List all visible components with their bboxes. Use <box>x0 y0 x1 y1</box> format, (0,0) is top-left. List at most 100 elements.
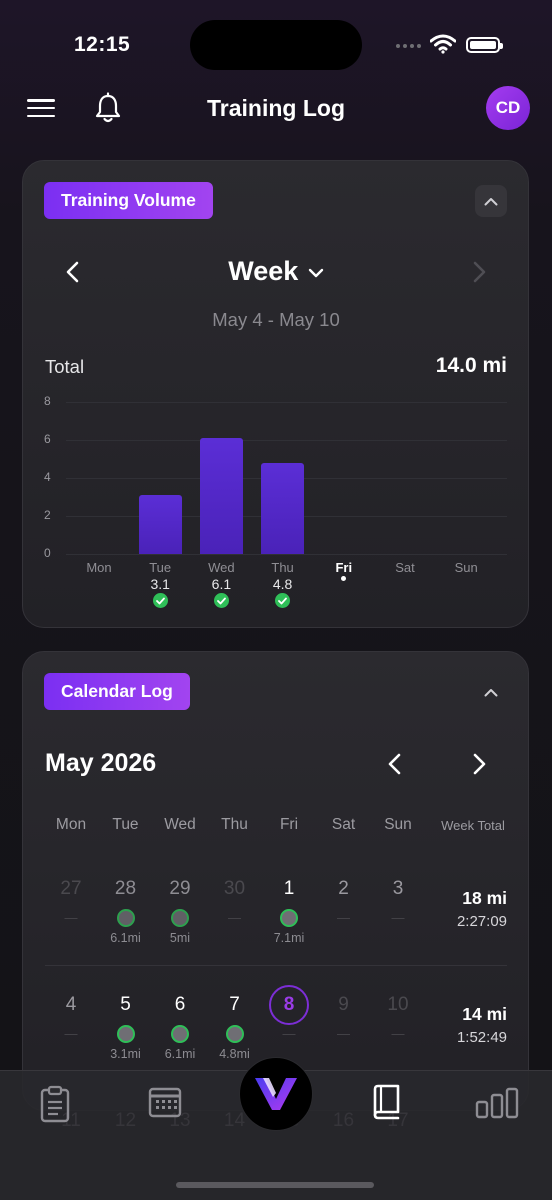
week-total-distance: 14 mi <box>462 1004 507 1024</box>
day-distance: 7.1mi <box>273 931 305 945</box>
y-tick-label: 8 <box>44 394 51 408</box>
x-tick-label: Thu <box>271 560 294 575</box>
check-icon <box>152 593 168 608</box>
no-workout-dash: — <box>64 1026 78 1041</box>
calendar-day[interactable]: 9 <box>317 994 371 1016</box>
weekday-header: Sat <box>331 816 356 833</box>
x-tick-label: Mon <box>86 560 112 575</box>
calendar-day[interactable]: 2 <box>317 878 371 900</box>
y-tick-label: 0 <box>44 546 51 560</box>
workout-indicator <box>171 1025 189 1043</box>
next-week-button[interactable] <box>470 261 488 283</box>
page-title: Training Log <box>207 95 345 121</box>
calendar-icon[interactable] <box>148 1086 182 1118</box>
calendar-day[interactable]: 7 <box>208 994 262 1016</box>
data-label: 4.8 <box>272 576 293 592</box>
y-tick-label: 6 <box>44 432 51 446</box>
data-label: 3.1 <box>150 576 170 592</box>
bar-tue[interactable] <box>138 495 182 554</box>
gridline <box>66 402 507 403</box>
training-volume-badge: Training Volume <box>44 182 213 219</box>
logo-icon <box>255 1078 297 1110</box>
cellular-signal-icon <box>396 44 421 48</box>
x-tick-label: Sun <box>454 560 478 575</box>
date-range: May 4 - May 10 <box>212 309 340 330</box>
period-label: Week <box>228 256 299 286</box>
clipboard-icon[interactable] <box>40 1085 70 1123</box>
weekday-header: Sun <box>384 816 412 833</box>
previous-month-button[interactable] <box>386 753 404 775</box>
gridline <box>66 440 507 441</box>
x-tick-label: Wed <box>208 560 235 575</box>
bar-wed[interactable] <box>199 438 243 554</box>
workout-indicator <box>225 1025 244 1043</box>
week-total-distance: 18 mi <box>462 888 507 908</box>
y-tick-label: 4 <box>44 470 51 484</box>
weekday-header: Tue <box>112 816 139 833</box>
no-workout-dash: — <box>64 910 78 925</box>
no-workout-dash: — <box>337 910 350 925</box>
day-distance: 4.8mi <box>219 1047 250 1061</box>
battery-icon <box>466 37 503 53</box>
week-total: 14 mi 1:52:49 <box>387 1004 507 1046</box>
day-distance: 3.1mi <box>110 1047 141 1061</box>
calendar-day[interactable]: 6 <box>153 994 207 1016</box>
total-value: 14.0 mi <box>435 354 507 377</box>
gridline <box>66 554 507 555</box>
data-label: 6.1 <box>211 576 232 592</box>
check-icon <box>275 593 291 608</box>
app-logo-button[interactable] <box>239 1057 313 1131</box>
dynamic-island <box>190 20 362 70</box>
check-icon <box>213 593 229 608</box>
week-total-time: 1:52:49 <box>456 1029 507 1046</box>
calendar-day[interactable]: 29 <box>153 878 207 900</box>
wifi-icon <box>430 34 456 54</box>
day-distance: 6.1mi <box>164 1047 196 1061</box>
chevron-down-icon <box>308 268 323 278</box>
calendar-day[interactable]: 28 <box>99 878 153 900</box>
week-total-time: 2:27:09 <box>456 913 507 930</box>
bar-chart-icon[interactable] <box>475 1087 519 1119</box>
bar-thu[interactable] <box>261 462 305 554</box>
week-total-header: Week Total <box>441 818 505 833</box>
calendar-day[interactable]: 27 <box>44 878 98 900</box>
calendar-log-badge: Calendar Log <box>44 673 190 710</box>
x-tick-label: Sat <box>395 560 415 575</box>
workout-indicator <box>171 909 189 927</box>
x-tick-label: Fri <box>335 560 353 575</box>
collapse-calendar-log-button[interactable] <box>475 676 507 708</box>
book-icon[interactable] <box>371 1084 401 1120</box>
week-total: 18 mi 2:27:09 <box>387 888 507 930</box>
calendar-day[interactable]: 5 <box>99 994 153 1016</box>
total-label: Total <box>45 356 85 377</box>
weekday-header: Thu <box>221 816 248 833</box>
workout-indicator <box>116 909 135 927</box>
today-marker[interactable]: 8 <box>269 985 309 1025</box>
workout-indicator <box>116 1025 135 1043</box>
calendar-day[interactable]: 4 <box>44 994 98 1016</box>
y-tick-label: 2 <box>44 508 51 522</box>
workout-indicator <box>280 909 298 927</box>
weekday-header: Wed <box>164 816 196 833</box>
day-distance: 6.1mi <box>110 931 141 945</box>
no-workout-dash: — <box>337 1026 350 1041</box>
calendar-day[interactable]: 1 <box>262 878 316 900</box>
no-workout-dash: — <box>282 1026 296 1041</box>
day-distance: 5mi <box>169 931 191 945</box>
status-time: 12:15 <box>74 33 131 56</box>
chevron-up-icon <box>484 197 498 205</box>
home-indicator <box>176 1182 374 1188</box>
no-workout-dash: — <box>228 910 241 925</box>
avatar[interactable]: CD <box>486 86 530 130</box>
row-divider <box>45 965 507 966</box>
x-tick-label: Tue <box>149 560 172 575</box>
training-volume-card <box>22 160 529 628</box>
collapse-training-volume-button[interactable] <box>475 185 507 217</box>
chevron-up-icon <box>484 688 498 696</box>
weekday-header: Fri <box>279 816 299 833</box>
weekday-header: Mon <box>55 816 87 833</box>
next-month-button[interactable] <box>470 753 488 775</box>
calendar-month: May 2026 <box>45 749 157 777</box>
calendar-day[interactable]: 30 <box>208 878 262 900</box>
calendar-day: 12 <box>114 1110 137 1131</box>
